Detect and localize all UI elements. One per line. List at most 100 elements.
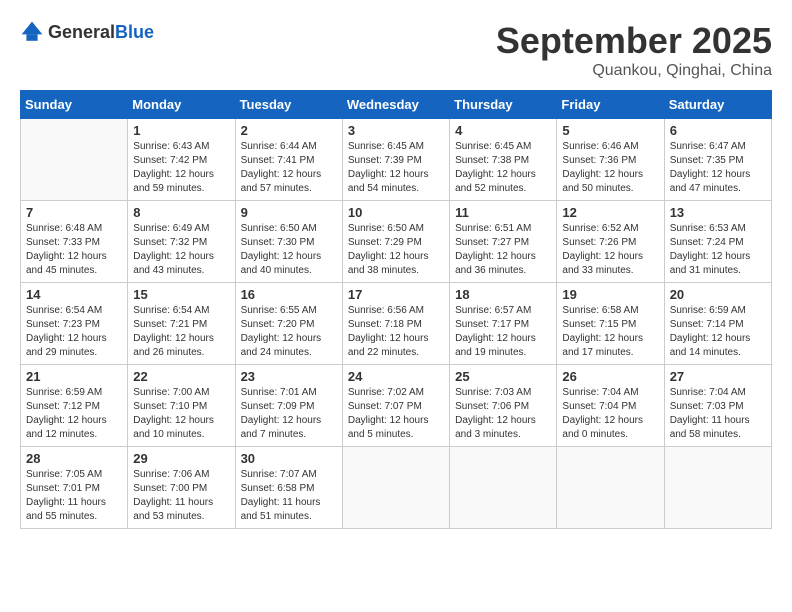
day-number: 4 [455, 123, 551, 138]
logo: GeneralBlue [20, 20, 154, 44]
day-info: Sunrise: 6:58 AM Sunset: 7:15 PM Dayligh… [562, 304, 658, 360]
day-number: 30 [241, 451, 337, 466]
day-number: 10 [348, 205, 444, 220]
calendar-cell: 18 Sunrise: 6:57 AM Sunset: 7:17 PM Dayli… [450, 283, 557, 365]
day-number: 27 [670, 369, 766, 384]
calendar-cell: 3 Sunrise: 6:45 AM Sunset: 7:39 PM Daylig… [342, 119, 449, 201]
calendar-cell: 7 Sunrise: 6:48 AM Sunset: 7:33 PM Daylig… [21, 201, 128, 283]
calendar-cell: 30 Sunrise: 7:07 AM Sunset: 6:58 PM Dayli… [235, 447, 342, 529]
day-info: Sunrise: 7:02 AM Sunset: 7:07 PM Dayligh… [348, 386, 444, 442]
calendar-cell: 21 Sunrise: 6:59 AM Sunset: 7:12 PM Dayli… [21, 365, 128, 447]
calendar-cell: 27 Sunrise: 7:04 AM Sunset: 7:03 PM Dayli… [664, 365, 771, 447]
calendar-cell: 28 Sunrise: 7:05 AM Sunset: 7:01 PM Dayli… [21, 447, 128, 529]
day-info: Sunrise: 6:57 AM Sunset: 7:17 PM Dayligh… [455, 304, 551, 360]
calendar-cell [664, 447, 771, 529]
day-number: 14 [26, 287, 122, 302]
calendar-cell: 14 Sunrise: 6:54 AM Sunset: 7:23 PM Dayli… [21, 283, 128, 365]
day-number: 6 [670, 123, 766, 138]
day-info: Sunrise: 7:04 AM Sunset: 7:04 PM Dayligh… [562, 386, 658, 442]
calendar-cell: 25 Sunrise: 7:03 AM Sunset: 7:06 PM Dayli… [450, 365, 557, 447]
weekday-header-tuesday: Tuesday [235, 91, 342, 119]
day-info: Sunrise: 6:52 AM Sunset: 7:26 PM Dayligh… [562, 222, 658, 278]
day-number: 21 [26, 369, 122, 384]
day-number: 19 [562, 287, 658, 302]
month-title: September 2025 [496, 20, 772, 62]
day-info: Sunrise: 6:49 AM Sunset: 7:32 PM Dayligh… [133, 222, 229, 278]
calendar-cell: 1Sunrise: 6:43 AM Sunset: 7:42 PM Daylig… [128, 119, 235, 201]
day-number: 28 [26, 451, 122, 466]
day-info: Sunrise: 6:54 AM Sunset: 7:23 PM Dayligh… [26, 304, 122, 360]
calendar-cell: 20Sunrise: 6:59 AM Sunset: 7:14 PM Dayli… [664, 283, 771, 365]
day-info: Sunrise: 6:51 AM Sunset: 7:27 PM Dayligh… [455, 222, 551, 278]
day-info: Sunrise: 7:07 AM Sunset: 6:58 PM Dayligh… [241, 468, 337, 524]
day-number: 2 [241, 123, 337, 138]
day-number: 5 [562, 123, 658, 138]
week-row-4: 21 Sunrise: 6:59 AM Sunset: 7:12 PM Dayli… [21, 365, 772, 447]
weekday-header-wednesday: Wednesday [342, 91, 449, 119]
day-info: Sunrise: 7:06 AM Sunset: 7:00 PM Dayligh… [133, 468, 229, 524]
day-info: Sunrise: 6:56 AM Sunset: 7:18 PM Dayligh… [348, 304, 444, 360]
day-info: Sunrise: 6:43 AM Sunset: 7:42 PM Dayligh… [133, 140, 229, 196]
day-number: 15 [133, 287, 229, 302]
day-info: Sunrise: 7:05 AM Sunset: 7:01 PM Dayligh… [26, 468, 122, 524]
calendar-cell: 16 Sunrise: 6:55 AM Sunset: 7:20 PM Dayli… [235, 283, 342, 365]
day-info: Sunrise: 7:00 AM Sunset: 7:10 PM Dayligh… [133, 386, 229, 442]
day-info: Sunrise: 7:04 AM Sunset: 7:03 PM Dayligh… [670, 386, 766, 442]
calendar-cell: 29 Sunrise: 7:06 AM Sunset: 7:00 PM Dayli… [128, 447, 235, 529]
day-number: 29 [133, 451, 229, 466]
day-number: 9 [241, 205, 337, 220]
day-number: 13 [670, 205, 766, 220]
day-info: Sunrise: 6:55 AM Sunset: 7:20 PM Dayligh… [241, 304, 337, 360]
logo-text: GeneralBlue [48, 22, 154, 43]
day-number: 12 [562, 205, 658, 220]
calendar-cell: 13 Sunrise: 6:53 AM Sunset: 7:24 PM Dayli… [664, 201, 771, 283]
calendar-table: SundayMondayTuesdayWednesdayThursdayFrid… [20, 90, 772, 529]
week-row-5: 28 Sunrise: 7:05 AM Sunset: 7:01 PM Dayli… [21, 447, 772, 529]
day-info: Sunrise: 6:45 AM Sunset: 7:38 PM Dayligh… [455, 140, 551, 196]
day-info: Sunrise: 7:01 AM Sunset: 7:09 PM Dayligh… [241, 386, 337, 442]
day-number: 18 [455, 287, 551, 302]
day-info: Sunrise: 6:48 AM Sunset: 7:33 PM Dayligh… [26, 222, 122, 278]
calendar-cell: 8 Sunrise: 6:49 AM Sunset: 7:32 PM Daylig… [128, 201, 235, 283]
day-info: Sunrise: 6:45 AM Sunset: 7:39 PM Dayligh… [348, 140, 444, 196]
calendar-cell [21, 119, 128, 201]
day-number: 23 [241, 369, 337, 384]
calendar-cell: 22 Sunrise: 7:00 AM Sunset: 7:10 PM Dayli… [128, 365, 235, 447]
day-info: Sunrise: 6:50 AM Sunset: 7:29 PM Dayligh… [348, 222, 444, 278]
day-info: Sunrise: 6:59 AM Sunset: 7:12 PM Dayligh… [26, 386, 122, 442]
calendar-cell: 5 Sunrise: 6:46 AM Sunset: 7:36 PM Daylig… [557, 119, 664, 201]
calendar-cell: 11 Sunrise: 6:51 AM Sunset: 7:27 PM Dayli… [450, 201, 557, 283]
day-info: Sunrise: 6:47 AM Sunset: 7:35 PM Dayligh… [670, 140, 766, 196]
day-number: 17 [348, 287, 444, 302]
calendar-cell: 26Sunrise: 7:04 AM Sunset: 7:04 PM Dayli… [557, 365, 664, 447]
title-block: September 2025 Quankou, Qinghai, China [496, 20, 772, 80]
day-number: 16 [241, 287, 337, 302]
day-number: 3 [348, 123, 444, 138]
day-number: 11 [455, 205, 551, 220]
calendar-cell: 24Sunrise: 7:02 AM Sunset: 7:07 PM Dayli… [342, 365, 449, 447]
day-info: Sunrise: 6:46 AM Sunset: 7:36 PM Dayligh… [562, 140, 658, 196]
calendar-cell: 23 Sunrise: 7:01 AM Sunset: 7:09 PM Dayli… [235, 365, 342, 447]
calendar-cell: 2 Sunrise: 6:44 AM Sunset: 7:41 PM Daylig… [235, 119, 342, 201]
logo-icon [20, 20, 44, 44]
day-number: 20 [670, 287, 766, 302]
day-number: 22 [133, 369, 229, 384]
calendar-cell: 17 Sunrise: 6:56 AM Sunset: 7:18 PM Dayli… [342, 283, 449, 365]
day-info: Sunrise: 7:03 AM Sunset: 7:06 PM Dayligh… [455, 386, 551, 442]
location: Quankou, Qinghai, China [496, 62, 772, 80]
day-number: 25 [455, 369, 551, 384]
logo-blue: Blue [115, 22, 154, 42]
calendar-cell: 15Sunrise: 6:54 AM Sunset: 7:21 PM Dayli… [128, 283, 235, 365]
day-number: 7 [26, 205, 122, 220]
weekday-header-thursday: Thursday [450, 91, 557, 119]
weekday-header-saturday: Saturday [664, 91, 771, 119]
calendar-cell [557, 447, 664, 529]
day-info: Sunrise: 6:44 AM Sunset: 7:41 PM Dayligh… [241, 140, 337, 196]
calendar-cell: 12 Sunrise: 6:52 AM Sunset: 7:26 PM Dayli… [557, 201, 664, 283]
calendar-cell: 9Sunrise: 6:50 AM Sunset: 7:30 PM Daylig… [235, 201, 342, 283]
day-info: Sunrise: 6:53 AM Sunset: 7:24 PM Dayligh… [670, 222, 766, 278]
page-header: GeneralBlue September 2025 Quankou, Qing… [20, 20, 772, 80]
day-number: 8 [133, 205, 229, 220]
logo-general: General [48, 22, 115, 42]
week-row-3: 14 Sunrise: 6:54 AM Sunset: 7:23 PM Dayli… [21, 283, 772, 365]
